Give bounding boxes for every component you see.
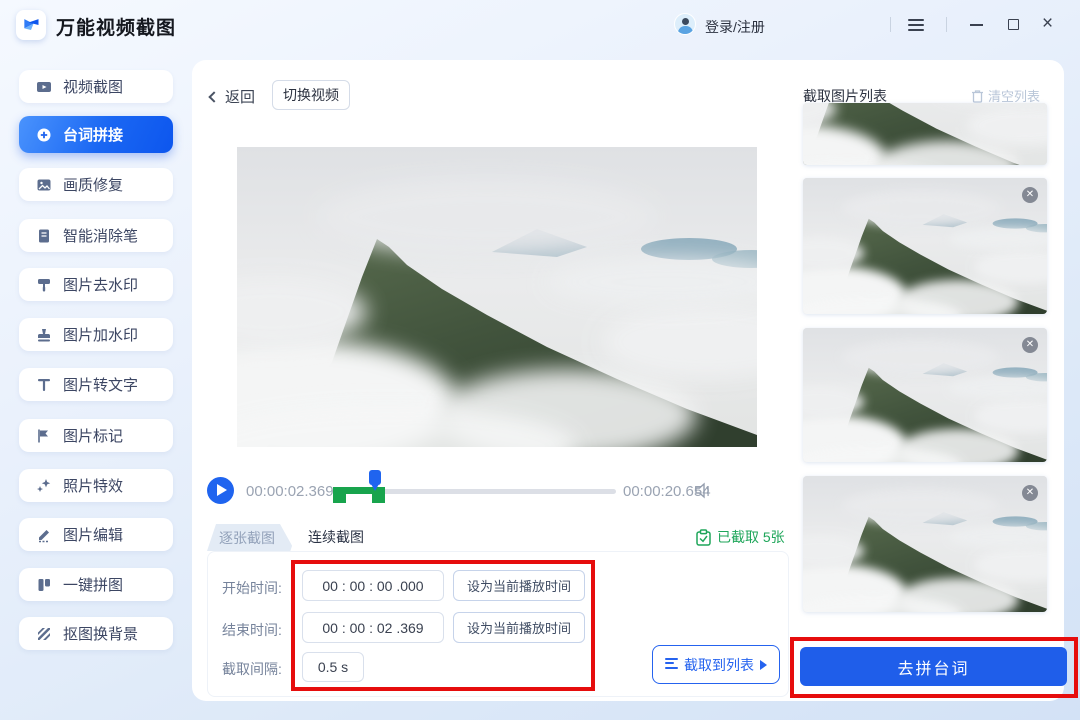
captured-count: 已截取 5张 [695, 527, 785, 547]
flag-icon [36, 428, 52, 444]
sidebar-item-label: 智能消除笔 [63, 225, 138, 246]
minimize-button[interactable] [970, 24, 983, 26]
sidebar-item-video-capture[interactable]: 视频截图 [19, 70, 173, 103]
chevron-left-icon [208, 91, 219, 102]
login-register-link[interactable]: 登录/注册 [705, 17, 765, 37]
list-icon [665, 658, 678, 672]
seek-bar[interactable] [348, 489, 616, 494]
sidebar-item-label: 照片特效 [63, 475, 123, 496]
collage-icon [36, 577, 52, 593]
text-icon [36, 377, 52, 393]
thumbnail-item[interactable]: ✕ [803, 178, 1047, 314]
capture-to-list-button[interactable]: 截取到列表 [652, 645, 780, 684]
sidebar-item-cutout-background[interactable]: 抠图换背景 [19, 617, 173, 650]
interval-label: 截取间隔: [222, 659, 282, 679]
play-button[interactable] [207, 477, 234, 504]
thumbnail-item[interactable] [803, 103, 1047, 165]
menu-icon[interactable] [908, 19, 924, 31]
notes-icon [36, 228, 52, 244]
thumbnail-item[interactable]: ✕ [803, 328, 1047, 462]
tab-continuous-capture[interactable]: 连续截图 [290, 522, 382, 552]
paint-roller-icon [36, 277, 52, 293]
thumbnail-item[interactable]: ✕ [803, 476, 1047, 612]
sidebar-item-label: 台词拼接 [63, 124, 123, 145]
sparkles-icon [36, 478, 52, 494]
avatar[interactable] [674, 13, 696, 35]
sidebar-item-label: 一键拼图 [63, 574, 123, 595]
maximize-button[interactable] [1008, 19, 1019, 30]
trash-icon [971, 89, 984, 103]
annotation-rect-form [291, 560, 595, 691]
tab-single-capture[interactable]: 逐张截图 [207, 524, 295, 551]
sidebar-item-quality-repair[interactable]: 画质修复 [19, 168, 173, 201]
sidebar-item-smart-eraser[interactable]: 智能消除笔 [19, 219, 173, 252]
seek-handle[interactable] [369, 470, 381, 485]
cutout-icon [36, 626, 52, 642]
remove-thumbnail-icon[interactable]: ✕ [1022, 337, 1038, 353]
app-window: 万能视频截图 登录/注册 × 视频截图 台词拼接 画质修复 智能消除笔 图片去水… [0, 0, 1080, 720]
start-time-label: 开始时间: [222, 578, 282, 598]
stamp-icon [36, 327, 52, 343]
sidebar-item-label: 图片加水印 [63, 324, 138, 345]
switch-video-button[interactable]: 切换视频 [272, 80, 350, 110]
volume-icon[interactable] [694, 481, 713, 500]
titlebar-divider [946, 17, 947, 32]
sidebar-item-label: 图片编辑 [63, 524, 123, 545]
current-time: 00:00:02.369 [246, 483, 334, 500]
sidebar-item-label: 图片标记 [63, 425, 123, 446]
video-icon [36, 79, 52, 95]
sidebar-item-add-watermark[interactable]: 图片加水印 [19, 318, 173, 351]
sidebar-item-label: 图片转文字 [63, 374, 138, 395]
end-time-label: 结束时间: [222, 620, 282, 640]
play-triangle-icon [760, 660, 767, 670]
sidebar-item-label: 视频截图 [63, 76, 123, 97]
sidebar-item-label: 画质修复 [63, 174, 123, 195]
image-icon [36, 177, 52, 193]
remove-thumbnail-icon[interactable]: ✕ [1022, 485, 1038, 501]
sidebar-item-remove-watermark[interactable]: 图片去水印 [19, 268, 173, 301]
sidebar-item-image-to-text[interactable]: 图片转文字 [19, 368, 173, 401]
titlebar-divider [890, 17, 891, 32]
close-button[interactable]: × [1042, 13, 1053, 35]
pencil-icon [36, 527, 52, 543]
go-splice-subtitles-button[interactable]: 去拼台词 [800, 647, 1067, 686]
sidebar-item-image-marker[interactable]: 图片标记 [19, 419, 173, 452]
sidebar-item-photo-effects[interactable]: 照片特效 [19, 469, 173, 502]
remove-thumbnail-icon[interactable]: ✕ [1022, 187, 1038, 203]
app-title: 万能视频截图 [56, 13, 176, 40]
back-button[interactable]: 返回 [210, 86, 255, 107]
sidebar-item-label: 图片去水印 [63, 274, 138, 295]
app-logo-icon [16, 10, 46, 40]
plus-circle-icon [36, 127, 52, 143]
sidebar-item-subtitle-splice[interactable]: 台词拼接 [19, 116, 173, 153]
sidebar-item-one-click-collage[interactable]: 一键拼图 [19, 568, 173, 601]
video-preview[interactable] [237, 147, 757, 447]
sidebar-item-label: 抠图换背景 [63, 623, 138, 644]
sidebar-item-image-edit[interactable]: 图片编辑 [19, 518, 173, 551]
clipboard-check-icon [695, 529, 712, 546]
